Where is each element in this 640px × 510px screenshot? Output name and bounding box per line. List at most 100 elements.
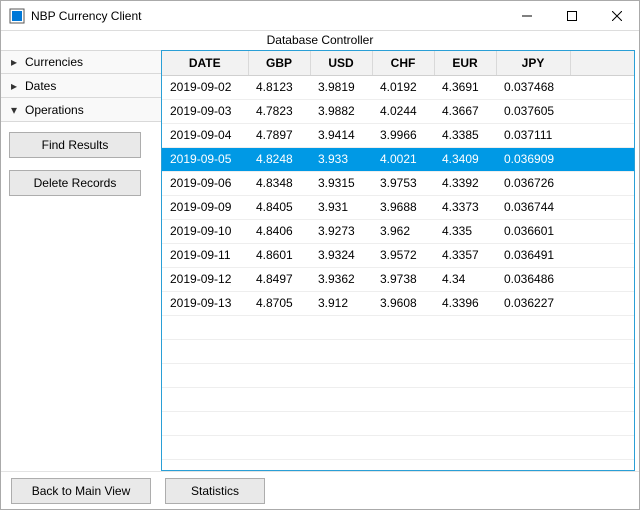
table-row[interactable]: 2019-09-134.87053.9123.96084.33960.03622…	[162, 291, 634, 315]
cell-eur: 4.3409	[434, 147, 496, 171]
cell-date: 2019-09-12	[162, 267, 248, 291]
cell-filler	[570, 267, 634, 291]
cell-date: 2019-09-02	[162, 75, 248, 99]
cell-gbp: 4.8705	[248, 291, 310, 315]
cell-gbp: 4.8497	[248, 267, 310, 291]
column-header-chf[interactable]: CHF	[372, 51, 434, 75]
table-row[interactable]: 2019-09-034.78233.98824.02444.36670.0376…	[162, 99, 634, 123]
table-row-empty	[162, 315, 634, 339]
cell-usd: 3.9882	[310, 99, 372, 123]
cell-chf: 3.9688	[372, 195, 434, 219]
table-row-empty	[162, 339, 634, 363]
cell-eur: 4.335	[434, 219, 496, 243]
chevron-right-icon: ▸	[9, 55, 19, 69]
cell-jpy: 0.036227	[496, 291, 570, 315]
data-table: DATEGBPUSDCHFEURJPY 2019-09-024.81233.98…	[162, 51, 634, 471]
cell-usd: 3.933	[310, 147, 372, 171]
cell-usd: 3.931	[310, 195, 372, 219]
cell-date: 2019-09-13	[162, 291, 248, 315]
column-header-date[interactable]: DATE	[162, 51, 248, 75]
column-header-jpy[interactable]: JPY	[496, 51, 570, 75]
cell-chf: 3.9966	[372, 123, 434, 147]
cell-filler	[570, 147, 634, 171]
column-header-filler	[570, 51, 634, 75]
cell-eur: 4.3691	[434, 75, 496, 99]
minimize-button[interactable]	[504, 1, 549, 30]
cell-gbp: 4.8601	[248, 243, 310, 267]
app-window: NBP Currency Client Database Controller …	[0, 0, 640, 510]
footer: Back to Main View Statistics	[1, 471, 639, 509]
statistics-button[interactable]: Statistics	[165, 478, 265, 504]
cell-usd: 3.9414	[310, 123, 372, 147]
cell-gbp: 4.7823	[248, 99, 310, 123]
close-button[interactable]	[594, 1, 639, 30]
cell-chf: 3.9572	[372, 243, 434, 267]
cell-eur: 4.34	[434, 267, 496, 291]
table-row[interactable]: 2019-09-094.84053.9313.96884.33730.03674…	[162, 195, 634, 219]
table-row[interactable]: 2019-09-124.84973.93623.97384.340.036486	[162, 267, 634, 291]
cell-chf: 3.9608	[372, 291, 434, 315]
table-row[interactable]: 2019-09-104.84063.92733.9624.3350.036601	[162, 219, 634, 243]
title-bar: NBP Currency Client	[1, 1, 639, 31]
cell-eur: 4.3396	[434, 291, 496, 315]
data-table-container: DATEGBPUSDCHFEURJPY 2019-09-024.81233.98…	[161, 50, 635, 471]
cell-usd: 3.9273	[310, 219, 372, 243]
cell-jpy: 0.036486	[496, 267, 570, 291]
sidebar: ▸Currencies▸Dates▾Operations Find Result…	[1, 50, 161, 471]
table-row[interactable]: 2019-09-024.81233.98194.01924.36910.0374…	[162, 75, 634, 99]
table-row[interactable]: 2019-09-054.82483.9334.00214.34090.03690…	[162, 147, 634, 171]
table-row-empty	[162, 459, 634, 471]
cell-jpy: 0.036491	[496, 243, 570, 267]
delete-records-button[interactable]: Delete Records	[9, 170, 141, 196]
cell-gbp: 4.8348	[248, 171, 310, 195]
cell-filler	[570, 171, 634, 195]
table-row-empty	[162, 435, 634, 459]
cell-date: 2019-09-09	[162, 195, 248, 219]
cell-filler	[570, 291, 634, 315]
app-icon	[9, 8, 25, 24]
cell-filler	[570, 195, 634, 219]
table-row[interactable]: 2019-09-044.78973.94143.99664.33850.0371…	[162, 123, 634, 147]
column-header-gbp[interactable]: GBP	[248, 51, 310, 75]
cell-jpy: 0.037468	[496, 75, 570, 99]
cell-filler	[570, 75, 634, 99]
cell-gbp: 4.8123	[248, 75, 310, 99]
cell-filler	[570, 219, 634, 243]
cell-filler	[570, 99, 634, 123]
cell-eur: 4.3392	[434, 171, 496, 195]
cell-usd: 3.9819	[310, 75, 372, 99]
cell-chf: 3.9738	[372, 267, 434, 291]
sidebar-item-label: Dates	[25, 79, 56, 93]
page-subtitle: Database Controller	[1, 31, 639, 50]
window-controls	[504, 1, 639, 30]
cell-usd: 3.9315	[310, 171, 372, 195]
cell-filler	[570, 123, 634, 147]
column-header-usd[interactable]: USD	[310, 51, 372, 75]
sidebar-item-dates[interactable]: ▸Dates	[1, 74, 161, 98]
cell-gbp: 4.8405	[248, 195, 310, 219]
cell-date: 2019-09-03	[162, 99, 248, 123]
maximize-button[interactable]	[549, 1, 594, 30]
sidebar-item-operations[interactable]: ▾Operations	[1, 98, 161, 122]
table-row[interactable]: 2019-09-064.83483.93153.97534.33920.0367…	[162, 171, 634, 195]
table-row[interactable]: 2019-09-114.86013.93243.95724.33570.0364…	[162, 243, 634, 267]
cell-eur: 4.3357	[434, 243, 496, 267]
cell-eur: 4.3667	[434, 99, 496, 123]
cell-chf: 4.0192	[372, 75, 434, 99]
cell-jpy: 0.036744	[496, 195, 570, 219]
back-to-main-button[interactable]: Back to Main View	[11, 478, 151, 504]
column-header-eur[interactable]: EUR	[434, 51, 496, 75]
cell-date: 2019-09-06	[162, 171, 248, 195]
cell-jpy: 0.036726	[496, 171, 570, 195]
table-row-empty	[162, 387, 634, 411]
cell-usd: 3.9362	[310, 267, 372, 291]
cell-gbp: 4.8406	[248, 219, 310, 243]
table-row-empty	[162, 363, 634, 387]
sidebar-item-currencies[interactable]: ▸Currencies	[1, 50, 161, 74]
cell-date: 2019-09-04	[162, 123, 248, 147]
cell-chf: 4.0021	[372, 147, 434, 171]
cell-gbp: 4.7897	[248, 123, 310, 147]
cell-chf: 4.0244	[372, 99, 434, 123]
find-results-button[interactable]: Find Results	[9, 132, 141, 158]
sidebar-item-label: Operations	[25, 103, 84, 117]
